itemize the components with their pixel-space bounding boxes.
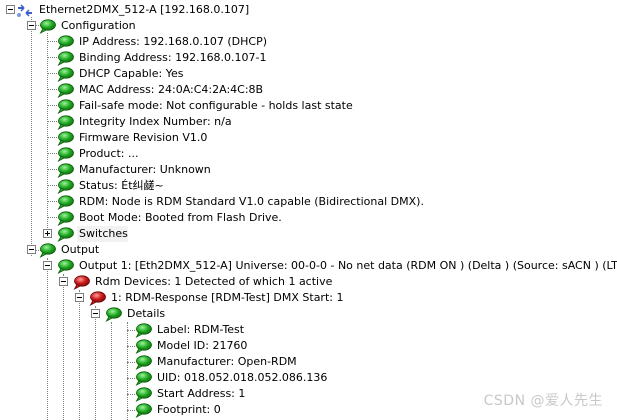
network-node-icon	[17, 3, 32, 17]
green-bubble-icon	[134, 355, 152, 370]
switches-label: Switches	[77, 226, 128, 242]
rdm-devices-label: Rdm Devices: 1 Detected of which 1 activ…	[95, 275, 333, 288]
detail-item-manufacturer[interactable]: Manufacturer: Open-RDM	[134, 354, 297, 370]
expand-switches-toggle[interactable]	[43, 229, 52, 238]
green-bubble-icon	[56, 67, 74, 82]
output-label: Output	[61, 243, 100, 256]
tree-node-switches[interactable]: Switches	[56, 226, 128, 242]
detail-item-text: Footprint: 0	[157, 403, 221, 416]
green-bubble-icon	[134, 371, 152, 386]
detail-item-text: Label: RDM-Test	[157, 323, 245, 336]
config-item-label: RDM: Node is RDM Standard V1.0 capable (…	[79, 195, 424, 208]
config-item-label: MAC Address: 24:0A:C4:2A:4C:8B	[79, 83, 264, 96]
green-bubble-icon	[56, 163, 74, 178]
config-item-label: Manufacturer: Unknown	[79, 163, 211, 176]
collapse-output1-toggle[interactable]	[43, 261, 52, 270]
device-tree[interactable]: Ethernet2DMX_512-A [192.168.0.107] Confi…	[0, 0, 617, 420]
output1-label: Output 1: [Eth2DMX_512-A] Universe: 00-0…	[79, 259, 617, 272]
collapse-rdm-devices-toggle[interactable]	[59, 277, 68, 286]
config-item-dhcp-capable[interactable]: DHCP Capable: Yes	[56, 66, 183, 82]
config-item-label: Binding Address: 192.168.0.107-1	[79, 51, 267, 64]
green-bubble-icon	[56, 99, 74, 114]
config-item-label: Firmware Revision V1.0	[79, 131, 208, 144]
config-item-product[interactable]: Product: ...	[56, 146, 138, 162]
config-item-ip-address[interactable]: IP Address: 192.168.0.107 (DHCP)	[56, 34, 267, 50]
config-item-firmware-revision[interactable]: Firmware Revision V1.0	[56, 130, 207, 146]
detail-item-text: Start Address: 1	[157, 387, 246, 400]
config-item-rdm[interactable]: RDM: Node is RDM Standard V1.0 capable (…	[56, 194, 424, 210]
green-bubble-icon	[56, 227, 74, 242]
config-item-label: Boot Mode: Booted from Flash Drive.	[79, 211, 282, 224]
detail-item-uid[interactable]: UID: 018.052.018.052.086.136	[134, 370, 327, 386]
green-bubble-icon	[56, 195, 74, 210]
detail-item-text: Model ID: 21760	[157, 339, 248, 352]
config-item-mac-address[interactable]: MAC Address: 24:0A:C4:2A:4C:8B	[56, 82, 263, 98]
tree-node-output1[interactable]: Output 1: [Eth2DMX_512-A] Universe: 00-0…	[56, 258, 617, 274]
green-bubble-icon	[38, 243, 56, 258]
collapse-output-toggle[interactable]	[27, 245, 36, 254]
green-bubble-icon	[134, 339, 152, 354]
tree-node-details[interactable]: Details	[104, 306, 165, 322]
green-bubble-icon	[56, 51, 74, 66]
green-bubble-icon	[56, 35, 74, 50]
red-bubble-icon	[88, 291, 106, 306]
collapse-root-toggle[interactable]	[6, 5, 15, 14]
config-item-label: Status: Ét纠鹾~	[79, 179, 164, 192]
green-bubble-icon	[56, 131, 74, 146]
config-item-integrity-index[interactable]: Integrity Index Number: n/a	[56, 114, 232, 130]
green-bubble-icon	[56, 115, 74, 130]
green-bubble-icon	[134, 323, 152, 338]
config-item-binding-address[interactable]: Binding Address: 192.168.0.107-1	[56, 50, 267, 66]
collapse-details-toggle[interactable]	[91, 309, 100, 318]
tree-node-rdm-device-1[interactable]: 1: RDM-Response [RDM-Test] DMX Start: 1	[88, 290, 343, 306]
config-item-status[interactable]: Status: Ét纠鹾~	[56, 178, 164, 194]
red-bubble-icon	[72, 275, 90, 290]
config-item-manufacturer[interactable]: Manufacturer: Unknown	[56, 162, 211, 178]
green-bubble-icon	[104, 307, 122, 322]
tree-node-root[interactable]: Ethernet2DMX_512-A [192.168.0.107]	[16, 2, 249, 18]
green-bubble-icon	[56, 179, 74, 194]
green-bubble-icon	[56, 83, 74, 98]
green-bubble-icon	[56, 147, 74, 162]
detail-item-start-address[interactable]: Start Address: 1	[134, 386, 245, 402]
detail-item-text: Manufacturer: Open-RDM	[157, 355, 297, 368]
green-bubble-icon	[38, 19, 56, 34]
green-bubble-icon	[134, 403, 152, 418]
config-item-label: Integrity Index Number: n/a	[79, 115, 232, 128]
config-item-label: Product: ...	[79, 147, 139, 160]
configuration-label: Configuration	[61, 19, 136, 32]
collapse-device-toggle[interactable]	[75, 293, 84, 302]
green-bubble-icon	[56, 259, 74, 274]
root-node-label: Ethernet2DMX_512-A [192.168.0.107]	[39, 3, 250, 16]
csdn-watermark: CSDN @爱人先生	[483, 393, 603, 409]
tree-node-output[interactable]: Output	[38, 242, 99, 258]
config-item-label: Fail-safe mode: Not configurable - holds…	[79, 99, 353, 112]
config-item-fail-safe-mode[interactable]: Fail-safe mode: Not configurable - holds…	[56, 98, 353, 114]
rdm-device-label: 1: RDM-Response [RDM-Test] DMX Start: 1	[111, 291, 344, 304]
detail-item-footprint[interactable]: Footprint: 0	[134, 402, 221, 418]
detail-item-text: UID: 018.052.018.052.086.136	[157, 371, 328, 384]
detail-item-model-id[interactable]: Model ID: 21760	[134, 338, 247, 354]
collapse-configuration-toggle[interactable]	[27, 21, 36, 30]
tree-node-rdm-devices[interactable]: Rdm Devices: 1 Detected of which 1 activ…	[72, 274, 332, 290]
config-item-label: DHCP Capable: Yes	[79, 67, 184, 80]
green-bubble-icon	[56, 211, 74, 226]
config-item-label: IP Address: 192.168.0.107 (DHCP)	[79, 35, 267, 48]
detail-item-label[interactable]: Label: RDM-Test	[134, 322, 244, 338]
config-item-boot-mode[interactable]: Boot Mode: Booted from Flash Drive.	[56, 210, 282, 226]
details-label: Details	[127, 307, 166, 320]
tree-node-configuration[interactable]: Configuration	[38, 18, 136, 34]
green-bubble-icon	[134, 387, 152, 402]
